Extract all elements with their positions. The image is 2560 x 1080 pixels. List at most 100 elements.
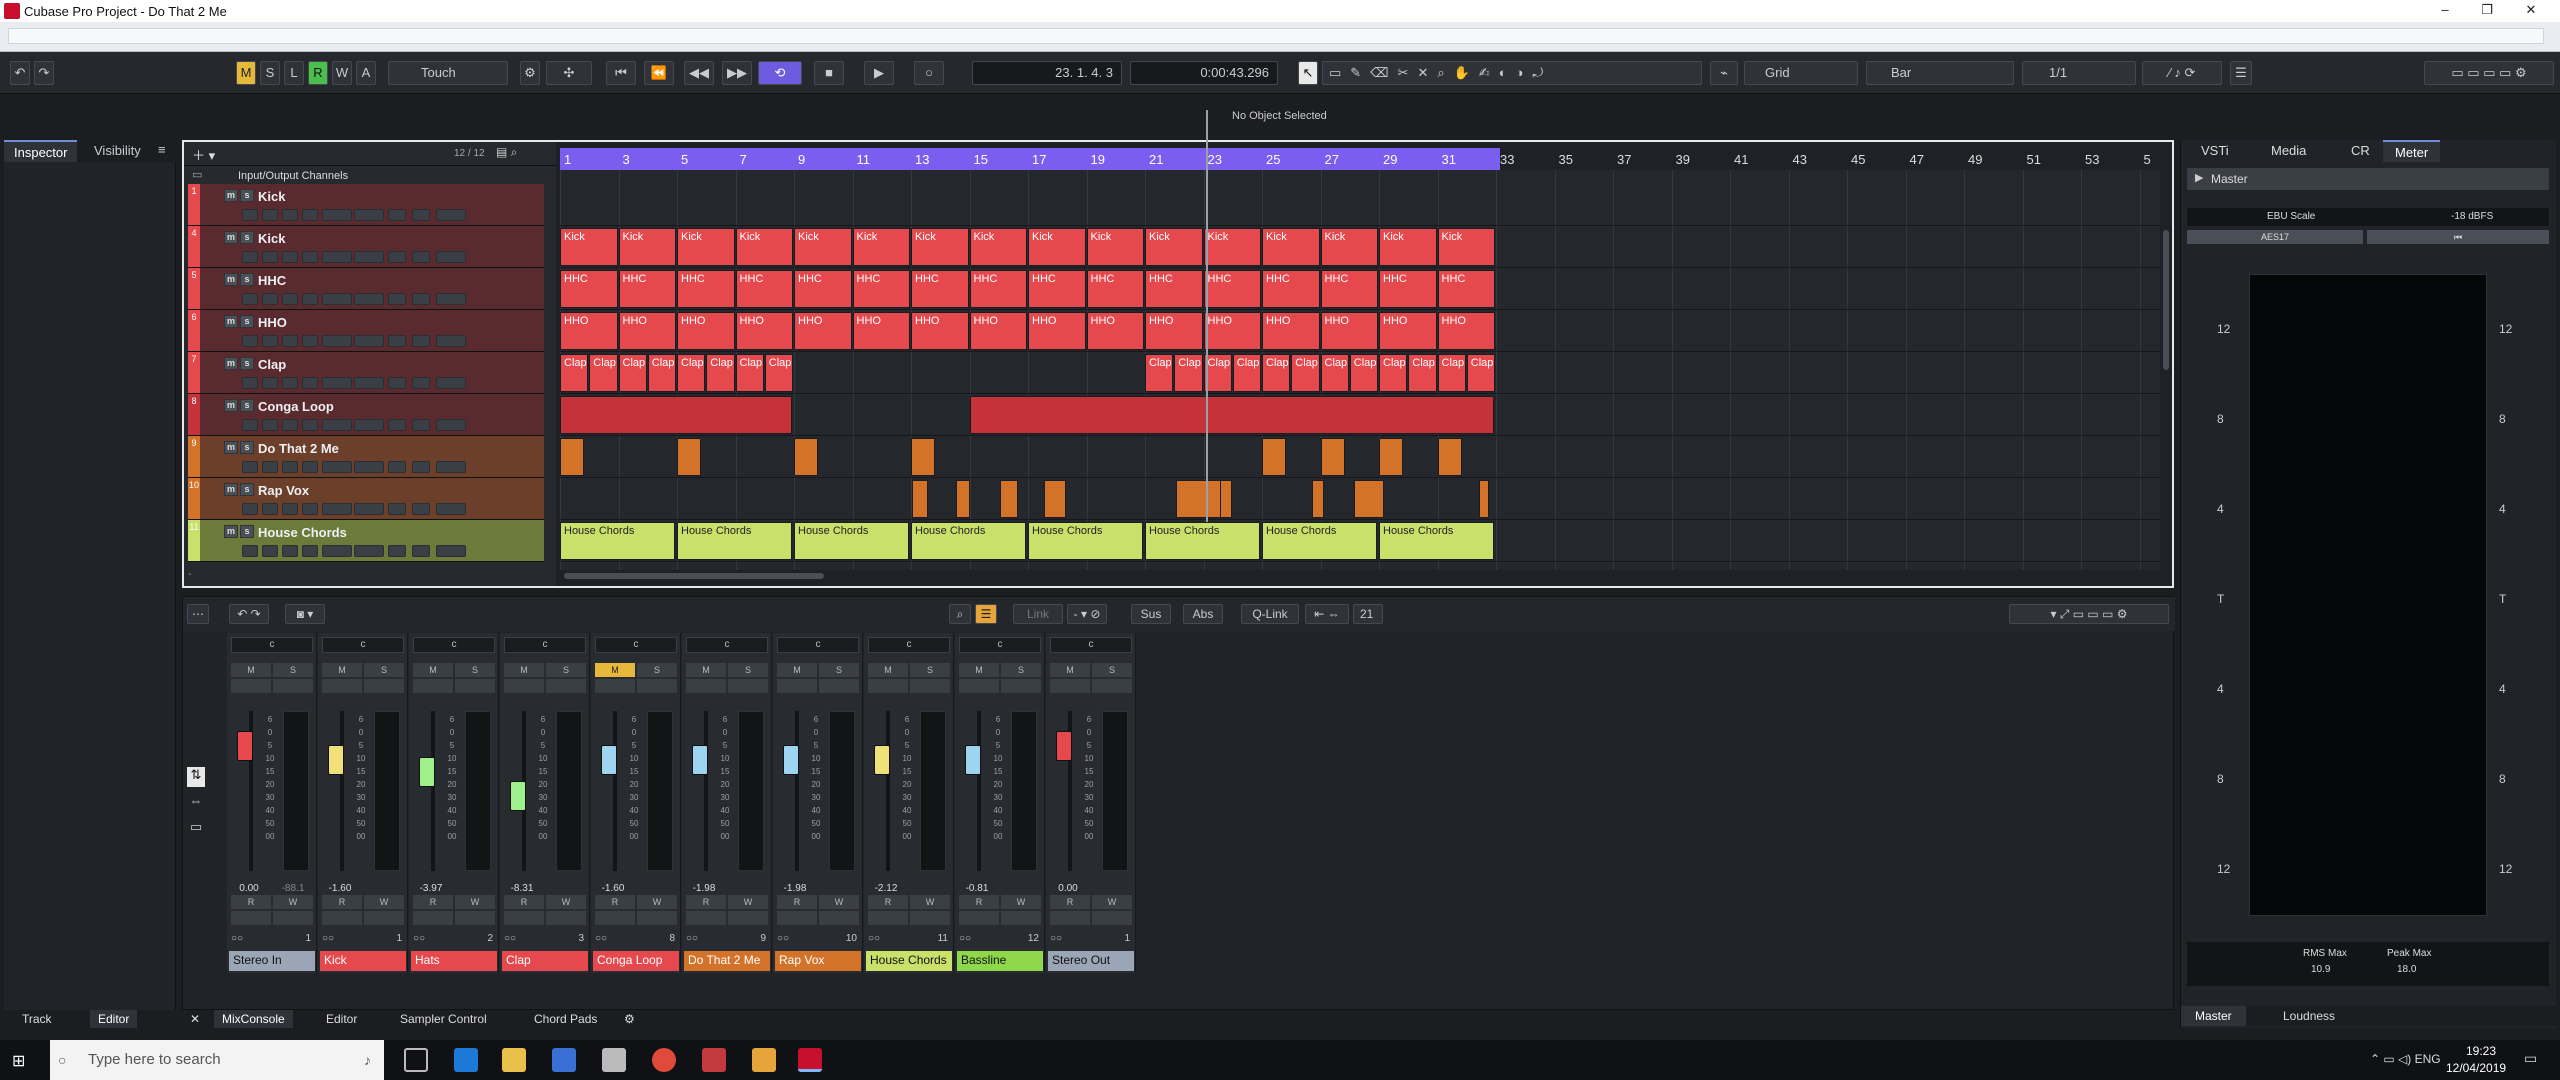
tab-vsti[interactable]: VSTi bbox=[2189, 140, 2241, 162]
track-control[interactable] bbox=[412, 545, 430, 557]
fader-handle[interactable] bbox=[1056, 731, 1072, 761]
track-lane[interactable]: Clap Clap Clap Clap Clap Clap Clap Clap Clap Clap… bbox=[560, 352, 2160, 394]
link-button[interactable]: Link bbox=[1013, 604, 1063, 624]
audio-event[interactable]: Kick bbox=[911, 228, 969, 266]
settings-icon[interactable]: ⚙ bbox=[520, 61, 540, 85]
read-button[interactable]: R bbox=[868, 895, 908, 909]
edit-button[interactable] bbox=[910, 679, 950, 693]
fader-handle[interactable] bbox=[783, 745, 799, 775]
mute-button[interactable]: M bbox=[686, 663, 726, 677]
write-button[interactable]: W bbox=[273, 895, 313, 909]
write-button[interactable]: W bbox=[364, 895, 404, 909]
app-icon[interactable] bbox=[702, 1048, 726, 1072]
audio-event[interactable]: Kick bbox=[969, 228, 1027, 266]
tray-icons[interactable]: ⌃ ▭ ◁) ENG bbox=[2370, 1052, 2441, 1066]
tab-track[interactable]: Track bbox=[14, 1010, 60, 1028]
audio-event[interactable]: HHO bbox=[735, 312, 793, 350]
monitor-button[interactable] bbox=[413, 679, 453, 693]
track-control[interactable] bbox=[242, 293, 258, 305]
track-control[interactable] bbox=[262, 209, 278, 221]
monitor-icon[interactable] bbox=[1001, 911, 1041, 925]
track-header[interactable]: 10 m s Rap Vox bbox=[188, 478, 544, 520]
output-routing[interactable]: ○○ 10 bbox=[773, 933, 863, 949]
track-control[interactable] bbox=[282, 545, 298, 557]
track-control[interactable] bbox=[282, 293, 298, 305]
file-explorer-icon[interactable] bbox=[502, 1048, 526, 1072]
track-header[interactable]: 11 m s House Chords bbox=[188, 520, 544, 562]
monitor-button[interactable] bbox=[595, 679, 635, 693]
track-lane[interactable]: House Chords House Chords House Chords Hous… bbox=[560, 520, 2160, 562]
tool-buttons[interactable]: ▭✎⌫✂✕⌕✋✍◐◑⤾ bbox=[1322, 61, 1702, 85]
track-control[interactable] bbox=[262, 335, 278, 347]
track-control[interactable] bbox=[262, 545, 278, 557]
mute-button[interactable]: M bbox=[231, 663, 271, 677]
track-control[interactable] bbox=[388, 377, 406, 389]
solo-button[interactable]: S bbox=[910, 663, 950, 677]
track-control[interactable] bbox=[262, 461, 278, 473]
read-button[interactable]: R bbox=[686, 895, 726, 909]
track-control[interactable] bbox=[262, 419, 278, 431]
microphone-icon[interactable]: ♪ bbox=[364, 1052, 371, 1068]
fader-handle[interactable] bbox=[419, 757, 435, 787]
pan-button[interactable] bbox=[322, 911, 362, 925]
input-routing[interactable]: c bbox=[595, 637, 677, 653]
close-button[interactable]: ✕ bbox=[2516, 2, 2546, 20]
tab-mixconsole[interactable]: MixConsole bbox=[214, 1010, 293, 1028]
track-control[interactable] bbox=[436, 293, 466, 305]
channel-name[interactable]: Stereo In bbox=[229, 951, 315, 971]
audio-event[interactable]: Kick bbox=[618, 228, 676, 266]
audio-event[interactable] bbox=[560, 438, 584, 476]
fl-icon[interactable] bbox=[752, 1048, 776, 1072]
monitor-button[interactable] bbox=[1050, 679, 1090, 693]
audio-event[interactable]: Clap bbox=[647, 354, 676, 392]
track-control[interactable] bbox=[388, 461, 406, 473]
task-view-icon[interactable] bbox=[404, 1048, 428, 1072]
audio-event[interactable]: House Chords bbox=[560, 522, 675, 560]
mute-button[interactable]: m bbox=[224, 357, 238, 370]
rewind-button[interactable]: ◀◀ bbox=[684, 61, 714, 85]
monitor-icon[interactable] bbox=[1092, 911, 1132, 925]
project-cursor[interactable] bbox=[1206, 110, 1208, 522]
monitor-button[interactable] bbox=[777, 679, 817, 693]
snap-type-select[interactable]: Grid bbox=[1744, 61, 1858, 85]
track-control[interactable] bbox=[282, 209, 298, 221]
track-control[interactable] bbox=[282, 251, 298, 263]
audio-event[interactable]: Kick bbox=[560, 228, 618, 266]
store-icon[interactable] bbox=[552, 1048, 576, 1072]
time-display[interactable]: 0:00:43.296 bbox=[1130, 61, 1278, 85]
automation-mode-select[interactable]: Touch bbox=[388, 61, 508, 85]
audio-event[interactable] bbox=[1262, 438, 1286, 476]
solo-button[interactable]: S bbox=[455, 663, 495, 677]
audio-event[interactable]: HHO bbox=[677, 312, 735, 350]
track-control[interactable] bbox=[322, 545, 352, 557]
listen-button[interactable]: L bbox=[284, 61, 304, 85]
read-button[interactable]: R bbox=[231, 895, 271, 909]
folder-track[interactable]: ▭ Input/Output Channels bbox=[188, 168, 544, 184]
audio-event[interactable]: Clap bbox=[1232, 354, 1261, 392]
mute-button[interactable]: m bbox=[224, 273, 238, 286]
channel-name[interactable]: Do That 2 Me bbox=[684, 951, 770, 971]
write-button[interactable]: W bbox=[332, 61, 352, 85]
vertical-scrollbar[interactable] bbox=[2160, 170, 2172, 570]
audio-event[interactable]: HHO bbox=[1379, 312, 1437, 350]
audio-event[interactable]: HHO bbox=[560, 312, 618, 350]
track-control[interactable] bbox=[302, 293, 318, 305]
notification-icon[interactable]: ▭ bbox=[2524, 1050, 2537, 1067]
track-header[interactable]: 4 m s Kick bbox=[188, 226, 544, 268]
track-header[interactable]: 7 m s Clap bbox=[188, 352, 544, 394]
audio-event[interactable]: HHO bbox=[794, 312, 852, 350]
quantize-select[interactable]: 1/1 bbox=[2022, 61, 2136, 85]
monitor-button[interactable] bbox=[504, 679, 544, 693]
track-control[interactable] bbox=[282, 419, 298, 431]
audio-event[interactable]: Kick bbox=[1437, 228, 1495, 266]
track-control[interactable] bbox=[388, 209, 406, 221]
output-routing[interactable]: ○○ 9 bbox=[682, 933, 772, 949]
track-control[interactable] bbox=[412, 209, 430, 221]
write-button[interactable]: W bbox=[455, 895, 495, 909]
track-control[interactable] bbox=[436, 251, 466, 263]
audio-event[interactable]: HHO bbox=[1028, 312, 1086, 350]
edit-button[interactable] bbox=[1092, 679, 1132, 693]
taskbar-search[interactable]: Type here to search bbox=[50, 1040, 384, 1080]
audio-event[interactable] bbox=[794, 438, 818, 476]
audio-event[interactable]: Kick bbox=[677, 228, 735, 266]
